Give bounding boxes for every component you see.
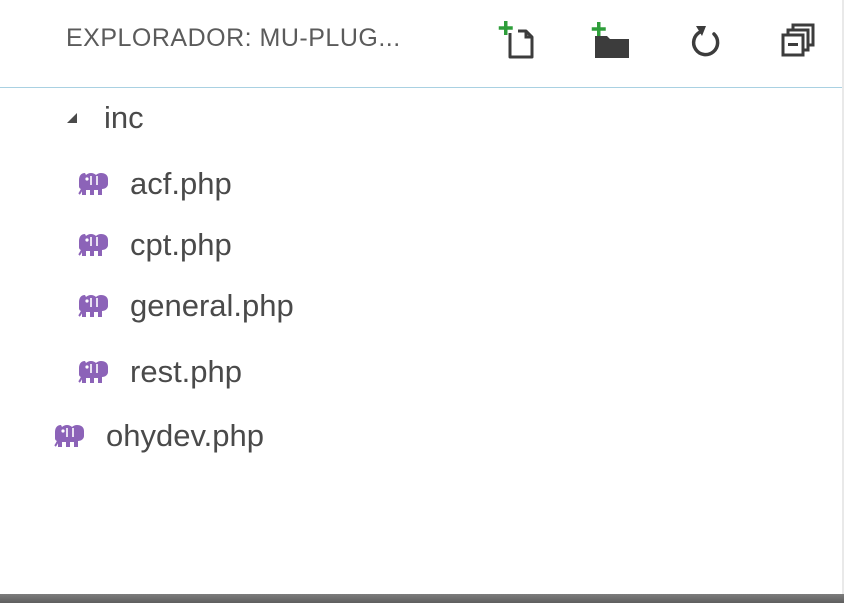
tree-file-rest[interactable]: rest.php <box>78 342 242 402</box>
refresh-button[interactable] <box>683 18 727 62</box>
collapse-all-button[interactable] <box>775 18 819 62</box>
tree-file-label: rest.php <box>130 354 243 389</box>
tree-file-ohydev[interactable]: ohydev.php <box>54 406 264 466</box>
php-elephant-icon <box>78 171 110 197</box>
tree-folder-inc[interactable]: inc <box>66 88 144 148</box>
php-elephant-icon <box>78 293 110 319</box>
tree-file-label: general.php <box>130 288 294 323</box>
expanded-triangle-icon <box>67 113 77 123</box>
new-folder-icon <box>591 22 629 58</box>
new-file-button[interactable] <box>496 18 540 62</box>
explorer-panel: EXPLORADOR: MU-PLUG... inc acf.php cpt.p… <box>0 0 844 603</box>
explorer-title: EXPLORADOR: MU-PLUG... <box>66 24 401 52</box>
tree-file-label: acf.php <box>130 166 232 201</box>
tree-file-cpt[interactable]: cpt.php <box>78 215 232 275</box>
php-elephant-icon <box>54 423 86 449</box>
explorer-header: EXPLORADOR: MU-PLUG... <box>0 0 844 88</box>
tree-file-label: cpt.php <box>130 227 232 262</box>
panel-bottom-edge <box>0 594 844 603</box>
new-folder-button[interactable] <box>588 18 632 62</box>
collapse-all-icon <box>781 23 815 57</box>
tree-folder-label: inc <box>104 100 144 135</box>
tree-file-acf[interactable]: acf.php <box>78 154 232 214</box>
php-elephant-icon <box>78 359 110 385</box>
new-file-icon <box>498 21 534 59</box>
refresh-icon <box>691 26 720 57</box>
tree-file-label: ohydev.php <box>106 418 264 453</box>
php-elephant-icon <box>78 232 110 258</box>
tree-file-general[interactable]: general.php <box>78 276 294 336</box>
